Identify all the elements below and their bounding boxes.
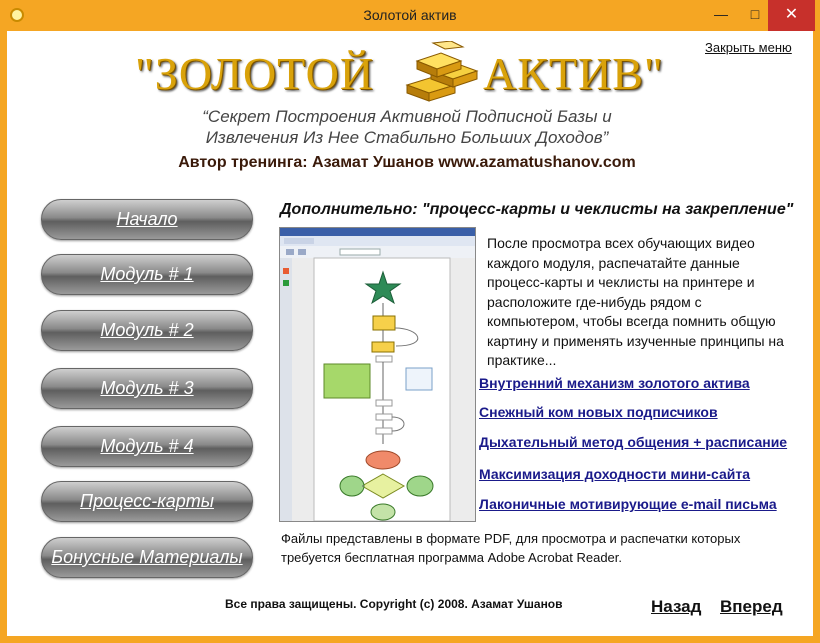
- link-pdf-mini-site[interactable]: Максимизация доходности мини-сайта: [479, 466, 750, 482]
- nav-button-module-1[interactable]: Модуль # 1: [41, 254, 253, 295]
- window-title: Золотой актив: [363, 7, 457, 23]
- gold-bars-icon: [405, 41, 479, 102]
- section-title: Дополнительно: "процесс-карты и чеклисты…: [280, 201, 794, 218]
- process-map-preview-image: [279, 227, 476, 522]
- nav-button-start[interactable]: Начало: [41, 199, 253, 240]
- tagline-line-1: “Секрет Построения Активной Подписной Ба…: [202, 107, 612, 126]
- tagline-line-2: Извлечения Из Нее Стабильно Больших Дохо…: [205, 128, 609, 147]
- author-line: Автор тренинга: Азамат Ушанов www.azamat…: [178, 154, 636, 171]
- nav-button-process-maps[interactable]: Процесс-карты: [41, 481, 253, 522]
- minimize-icon[interactable]: —: [706, 0, 736, 31]
- logo-text-right: АКТИВ": [483, 48, 664, 99]
- pdf-footnote: Файлы представлены в формате PDF, для пр…: [281, 531, 741, 565]
- logo: "ЗОЛОТОЙ АКТИВ": [135, 41, 675, 107]
- nav-button-module-2[interactable]: Модуль # 2: [41, 310, 253, 351]
- maximize-icon[interactable]: □: [740, 0, 770, 31]
- nav-button-module-4[interactable]: Модуль # 4: [41, 426, 253, 467]
- copyright: Все права защищены. Copyright (c) 2008. …: [225, 597, 563, 611]
- tagline: “Секрет Построения Активной Подписной Ба…: [127, 106, 687, 148]
- back-link[interactable]: Назад: [651, 597, 701, 617]
- forward-link[interactable]: Вперед: [720, 597, 783, 617]
- link-pdf-snowball[interactable]: Снежный ком новых подписчиков: [479, 404, 718, 420]
- logo-text-left: "ЗОЛОТОЙ: [135, 48, 375, 99]
- title-bar[interactable]: Золотой актив — □ ✕: [0, 0, 820, 31]
- nav-button-module-3[interactable]: Модуль # 3: [41, 368, 253, 409]
- nav-button-bonus[interactable]: Бонусные Материалы: [41, 537, 253, 578]
- intro-text: После просмотра всех обучающих видео каж…: [487, 235, 784, 368]
- link-pdf-email-letters[interactable]: Лаконичные мотивирующие e-mail письма: [479, 496, 777, 512]
- link-pdf-inner-mechanism[interactable]: Внутренний механизм золотого актива: [479, 375, 750, 391]
- main-window-content: "ЗОЛОТОЙ АКТИВ" Закрыть меню “Секрет Пос…: [7, 31, 813, 636]
- close-icon[interactable]: ✕: [768, 0, 815, 31]
- close-menu-link[interactable]: Закрыть меню: [705, 40, 792, 55]
- link-pdf-breathing-method[interactable]: Дыхательный метод общения + расписание: [479, 434, 787, 450]
